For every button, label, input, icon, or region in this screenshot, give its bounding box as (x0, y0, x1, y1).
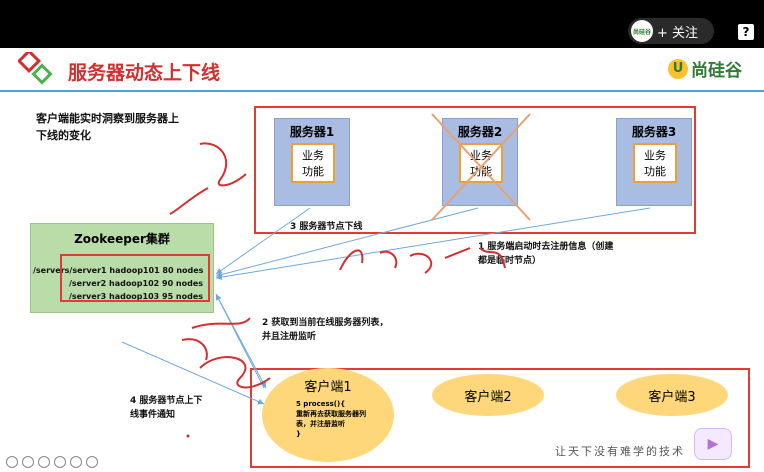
note-register: 1 服务端启动时去注册信息（创建都是临时节点） (478, 242, 614, 266)
note-get-list: 2 获取到当前在线服务器列表，并且注册监听 (262, 318, 389, 342)
note-notify: 4 服务器节点上下线事件通知 (130, 396, 203, 420)
business-function: 业务 功能 (291, 143, 335, 183)
follow-label: + 关注 (657, 25, 699, 41)
server-label: 服务器3 (631, 125, 677, 139)
server-1: 服务器1 业务 功能 (274, 118, 350, 206)
avatar: 尚硅谷 (631, 20, 653, 42)
control-icon[interactable] (38, 456, 50, 468)
zk-highlight-box (60, 254, 210, 302)
business-function: 业务 功能 (633, 143, 677, 183)
client-label: 客户端2 (464, 389, 512, 405)
title-divider (0, 90, 764, 92)
logo-icon (18, 52, 53, 85)
client-label: 客户端1 (304, 380, 352, 395)
control-icon[interactable] (22, 456, 34, 468)
brand-mark-icon: U (668, 58, 688, 79)
player-controls (0, 452, 764, 472)
note-offline: 3 服务器节点下线 (290, 222, 363, 232)
client-2: 客户端2 (432, 374, 544, 416)
page-title: 服务器动态上下线 (68, 62, 221, 84)
zookeeper-title: Zookeeper集群 (74, 232, 170, 246)
description-text: 客户端能实时洞察到服务器上下线的变化 (36, 112, 179, 142)
follow-button[interactable]: 尚硅谷 + 关注 (628, 18, 714, 44)
client-label: 客户端3 (648, 389, 696, 405)
client-3: 客户端3 (616, 374, 728, 416)
brand-logo: U 尚硅谷 (668, 56, 742, 81)
control-icon[interactable] (54, 456, 66, 468)
control-icon[interactable] (70, 456, 82, 468)
server-label: 服务器2 (457, 125, 503, 139)
server-label: 服务器1 (289, 125, 335, 139)
help-icon[interactable]: ? (738, 24, 754, 40)
business-function: 业务 功能 (459, 143, 503, 183)
control-icon[interactable] (86, 456, 98, 468)
slide: 服务器动态上下线 U 尚硅谷 客户端能实时洞察到服务器上下线的变化 服务器1 业… (0, 48, 764, 472)
server-2: 服务器2 业务 功能 (442, 118, 518, 206)
client-1: 客户端1 5 process(){ 重新再去获取服务器列表，并注册监听 } (262, 368, 394, 462)
brand-name: 尚硅谷 (691, 61, 742, 81)
control-icon[interactable] (6, 456, 18, 468)
server-3: 服务器3 业务 功能 (616, 118, 692, 206)
client-process-text: 5 process(){ 重新再去获取服务器列表，并注册监听 } (296, 400, 366, 438)
top-bar: 尚硅谷 + 关注 ? (0, 0, 764, 48)
